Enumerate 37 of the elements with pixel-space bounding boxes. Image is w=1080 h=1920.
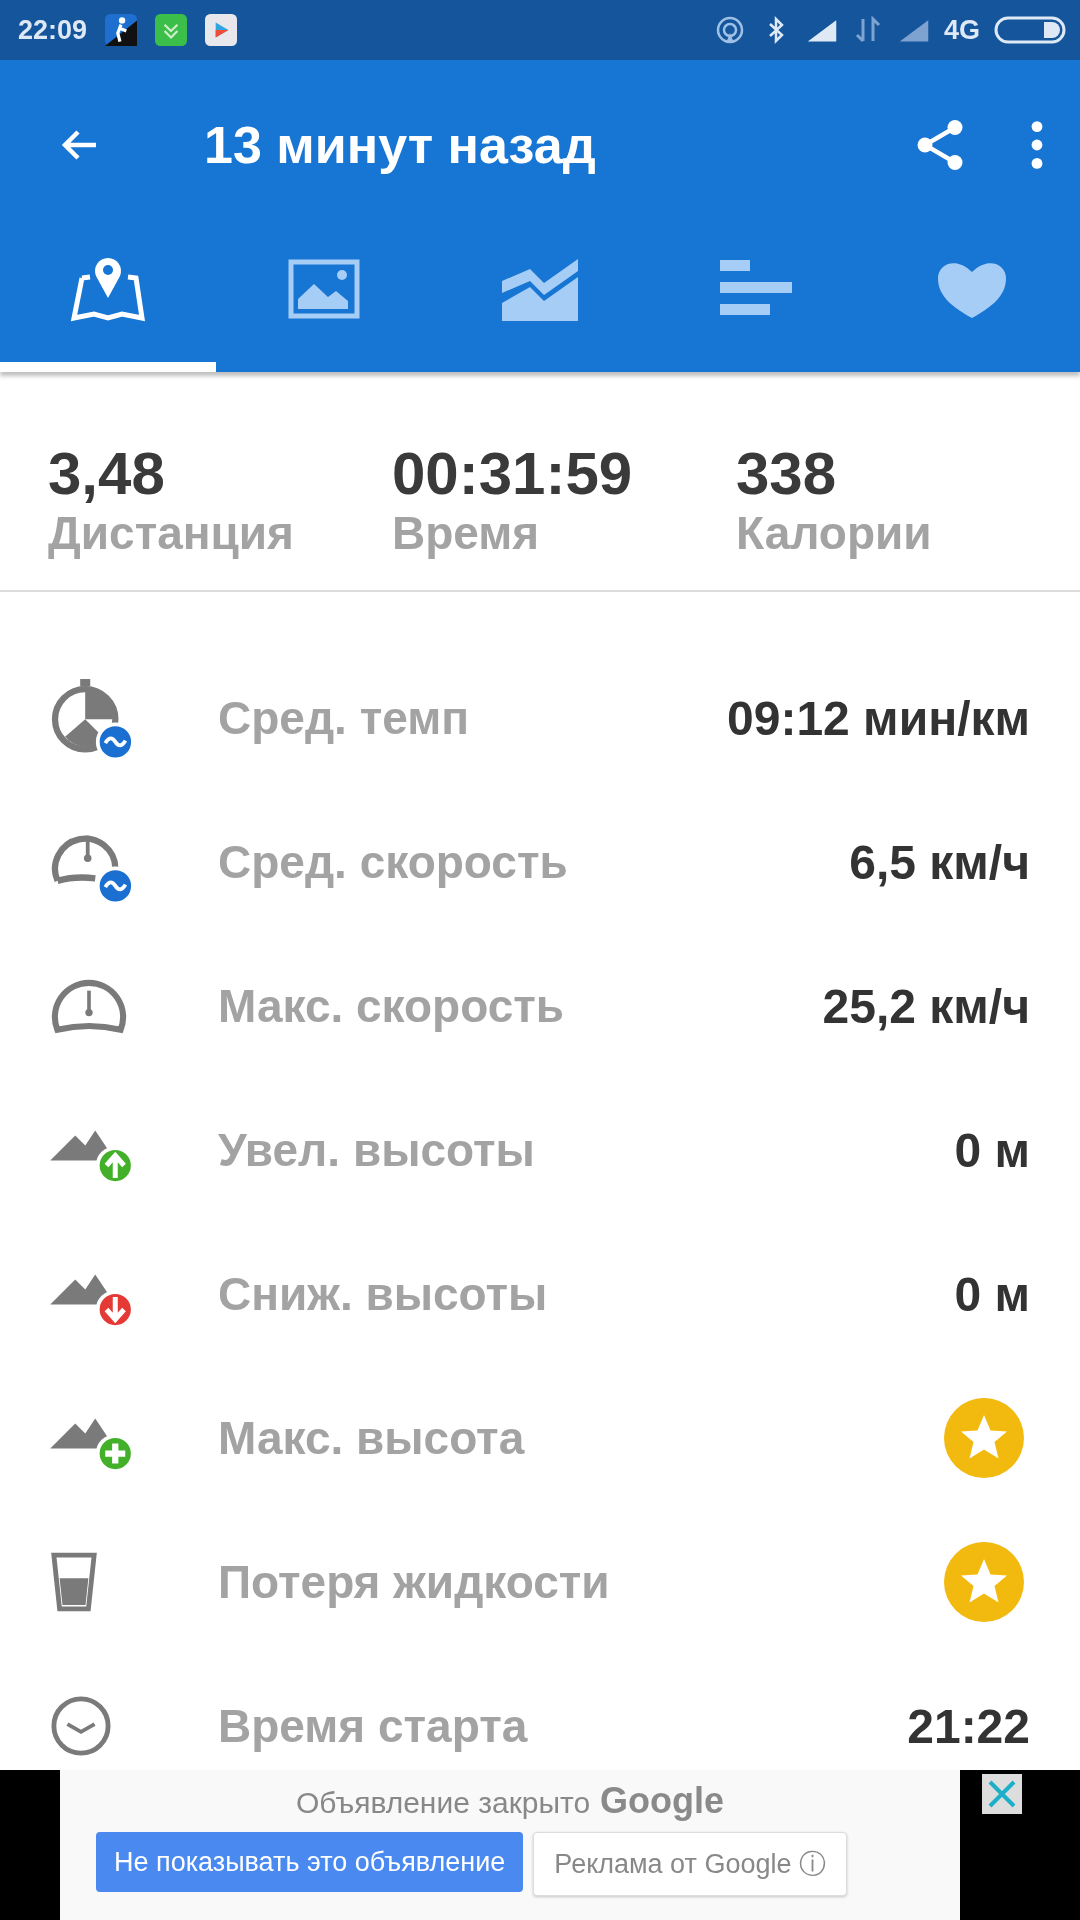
stat-label: Сред. скорость	[218, 835, 569, 889]
clock-icon	[50, 1695, 112, 1757]
download-app-icon	[155, 14, 188, 46]
network-type: 4G	[943, 14, 980, 46]
summary-label: Калории	[736, 506, 932, 560]
hide-ad-button[interactable]: Не показывать это объявление	[96, 1832, 524, 1892]
bar-list-icon	[720, 260, 792, 318]
status-time: 22:09	[18, 14, 88, 46]
summary-label: Время	[392, 506, 541, 560]
stat-value: 6,5 км/ч	[849, 834, 1030, 890]
glass-icon	[50, 1551, 98, 1613]
stat-label: Время старта	[218, 1699, 529, 1753]
stat-label: Макс. высота	[218, 1411, 526, 1465]
stat-value: 09:12 мин/км	[727, 690, 1030, 746]
summary-label: Дистанция	[48, 506, 295, 560]
stat-label: Макс. скорость	[218, 979, 566, 1033]
runner-app-icon	[105, 14, 138, 46]
summary-value: 338	[736, 444, 838, 500]
stat-label: Потеря жидкости	[218, 1555, 611, 1609]
ad-brand: Google	[600, 1780, 725, 1822]
area-chart-icon	[500, 257, 580, 321]
stat-label: Увел. высоты	[218, 1123, 536, 1177]
stat-value: 25,2 км/ч	[822, 978, 1030, 1034]
close-icon[interactable]	[982, 1774, 1022, 1814]
summary-value: 00:31:59	[392, 444, 634, 500]
more-button[interactable]	[1030, 119, 1044, 171]
store-app-icon	[205, 14, 238, 46]
ad-closed-message: Объявление закрыто	[295, 1786, 591, 1820]
stat-value: 21:22	[907, 1698, 1030, 1754]
stat-value: 0 м	[954, 1122, 1030, 1178]
image-icon	[288, 259, 360, 319]
battery-icon	[994, 15, 1066, 45]
stat-label: Сниж. высоты	[218, 1267, 549, 1321]
ad-info-button[interactable]: Реклама от Google ⓘ	[533, 1832, 847, 1896]
stat-value: 0 м	[954, 1266, 1030, 1322]
stat-label: Сред. темп	[218, 691, 470, 745]
screen-title: 13 минут назад	[204, 115, 597, 175]
